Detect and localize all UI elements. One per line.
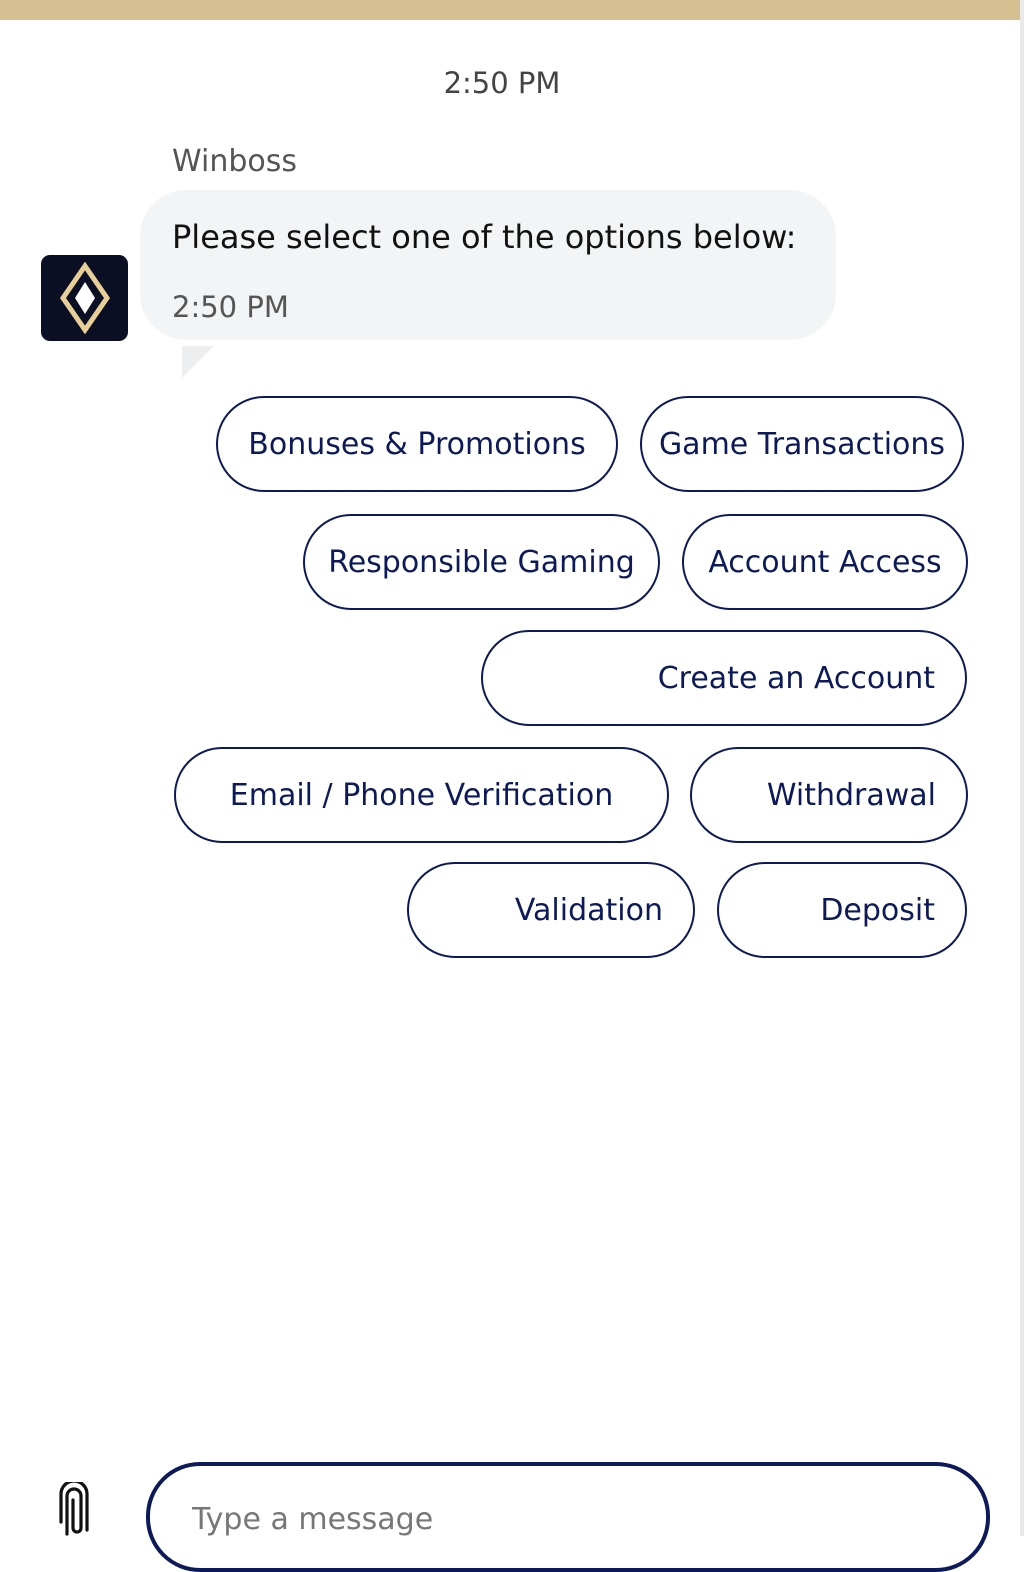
diamond-logo-icon xyxy=(59,262,110,334)
message-bubble: Please select one of the options below: … xyxy=(140,190,836,340)
option-create-account[interactable]: Create an Account xyxy=(481,630,967,726)
option-account-access[interactable]: Account Access xyxy=(682,514,968,610)
header-accent-bar xyxy=(0,0,1020,20)
option-validation[interactable]: Validation xyxy=(407,862,695,958)
scrollbar-track xyxy=(1020,0,1024,1536)
sender-name: Winboss xyxy=(172,144,298,179)
message-input[interactable] xyxy=(190,1496,934,1542)
option-responsible-gaming[interactable]: Responsible Gaming xyxy=(303,514,660,610)
conversation-timestamp: 2:50 PM xyxy=(443,66,561,100)
option-deposit[interactable]: Deposit xyxy=(717,862,967,958)
paperclip-icon xyxy=(59,1479,89,1536)
message-time: 2:50 PM xyxy=(172,290,289,324)
message-bubble-tail xyxy=(182,346,214,378)
attach-button[interactable] xyxy=(54,1479,94,1538)
message-text: Please select one of the options below: xyxy=(172,218,797,256)
option-email-phone-verification[interactable]: Email / Phone Verification xyxy=(174,747,669,843)
option-bonuses-promotions[interactable]: Bonuses & Promotions xyxy=(216,396,618,492)
bot-avatar xyxy=(41,255,128,341)
option-game-transactions[interactable]: Game Transactions xyxy=(640,396,964,492)
message-composer xyxy=(146,1462,990,1572)
option-withdrawal[interactable]: Withdrawal xyxy=(690,747,968,843)
